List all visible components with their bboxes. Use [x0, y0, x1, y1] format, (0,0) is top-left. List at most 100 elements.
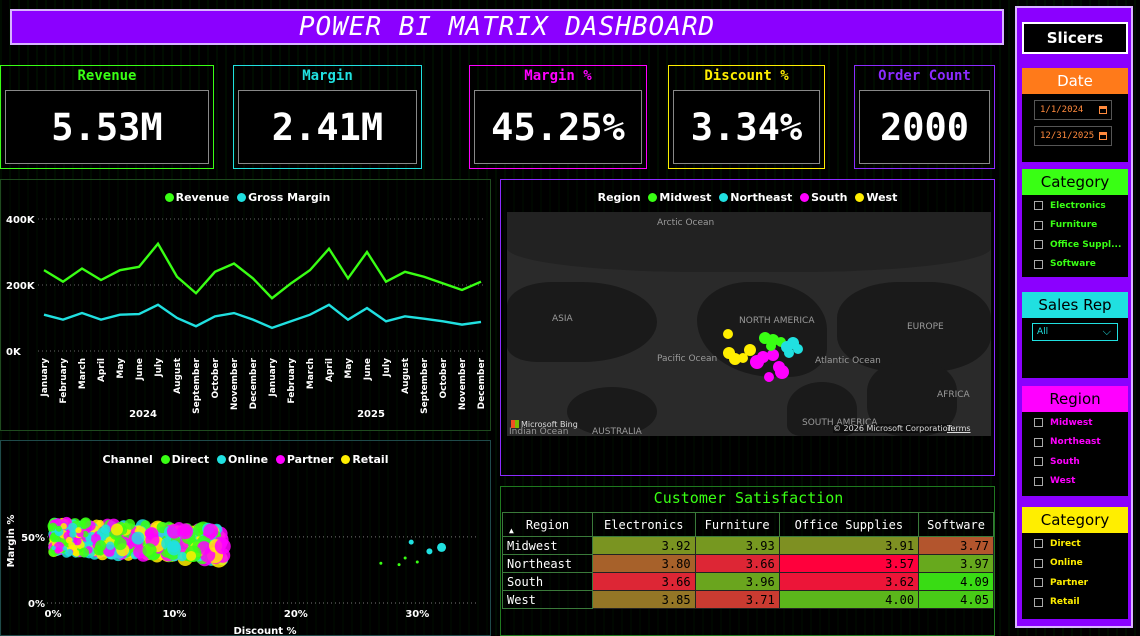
matrix-cell[interactable]: 3.80 [592, 554, 696, 573]
scatter-point[interactable] [65, 549, 73, 557]
matrix-cell[interactable]: 3.85 [592, 590, 696, 609]
scatter-point[interactable] [203, 523, 219, 539]
scatter-point[interactable] [214, 538, 231, 555]
checkbox[interactable] [1034, 578, 1043, 588]
scatter-point[interactable] [100, 524, 111, 535]
scatter-point[interactable] [69, 530, 77, 538]
checkbox[interactable] [1034, 539, 1043, 549]
kpi-card-1[interactable]: Margin 2.41M [233, 65, 422, 169]
map-bubble[interactable] [784, 348, 794, 358]
kpi-card-4[interactable]: Order Count 2000 [854, 65, 995, 169]
sales-rep-slicer[interactable]: Sales Rep All ⌵ [1022, 292, 1128, 378]
slicer-item[interactable]: Retail [1034, 593, 1128, 613]
scatter-point[interactable] [179, 525, 191, 537]
revenue-margin-line-chart[interactable]: Revenue Gross Margin 400K 200K 0K January Fe… [0, 179, 491, 431]
matrix-cell[interactable]: 3.92 [592, 536, 696, 555]
checkbox[interactable] [1034, 418, 1043, 428]
scatter-point[interactable] [167, 541, 182, 556]
scatter-point[interactable] [131, 531, 145, 545]
map-bubble[interactable] [764, 372, 774, 382]
scatter-point[interactable] [403, 556, 407, 560]
map-bubble[interactable] [744, 344, 756, 356]
scatter-point[interactable] [397, 563, 401, 567]
map-bubble[interactable] [767, 349, 779, 361]
matrix-cell[interactable]: 3.77 [918, 536, 994, 555]
slicer-item[interactable]: Software [1034, 255, 1128, 275]
matrix-cell[interactable]: 3.93 [694, 536, 780, 555]
matrix-column-header[interactable]: Software [918, 512, 994, 537]
map-canvas[interactable]: Arctic Ocean ASIA NORTH AMERICA EUROPE P… [507, 212, 991, 436]
scatter-point[interactable] [51, 545, 56, 551]
scatter-point[interactable] [106, 541, 115, 550]
date-start-input[interactable]: 1/1/2024 [1034, 100, 1112, 120]
checkbox[interactable] [1034, 558, 1043, 568]
line-series-revenue[interactable] [43, 241, 482, 300]
scatter-point[interactable] [415, 560, 419, 564]
channel-slicer[interactable]: Category Direct Online Partner Retail [1022, 507, 1128, 619]
scatter-point[interactable] [79, 547, 90, 558]
category-slicer[interactable]: Category Electronics Furniture Office Supp… [1022, 169, 1128, 277]
map-legend[interactable]: Region Midwest Northeast South West [501, 191, 994, 204]
matrix-cell[interactable]: 4.09 [918, 572, 994, 591]
matrix-cell[interactable]: 3.97 [918, 554, 994, 573]
line-series-gross-margin[interactable] [43, 303, 482, 330]
chevron-down-icon[interactable]: ⌵ [1103, 325, 1111, 339]
slicer-item[interactable]: Partner [1034, 573, 1128, 593]
checkbox[interactable] [1034, 240, 1043, 250]
scatter-point[interactable] [80, 517, 92, 529]
matrix-cell[interactable]: 4.05 [918, 590, 994, 609]
scatter-point[interactable] [113, 537, 127, 551]
kpi-card-3[interactable]: Discount % 3.34% [668, 65, 825, 169]
map-bubble[interactable] [793, 344, 803, 354]
slicer-item[interactable]: Northeast [1034, 433, 1128, 453]
region-map[interactable]: Region Midwest Northeast South West Arct… [500, 179, 995, 476]
scatter-point[interactable] [379, 561, 383, 565]
discount-margin-scatter[interactable]: Channel Direct Online Partner Retail 50%… [0, 440, 491, 636]
map-bubble[interactable] [766, 341, 776, 351]
checkbox[interactable] [1034, 476, 1043, 486]
calendar-icon[interactable] [1099, 132, 1107, 140]
matrix-cell[interactable]: 3.66 [694, 554, 780, 573]
slicer-item[interactable]: Midwest [1034, 413, 1128, 433]
map-bubble[interactable] [775, 365, 789, 379]
matrix-cell[interactable]: 3.66 [592, 572, 696, 591]
customer-satisfaction-matrix[interactable]: Customer Satisfaction ▲ Region Electronic… [500, 486, 995, 636]
matrix-cell[interactable]: 3.96 [694, 572, 780, 591]
scatter-point[interactable] [437, 542, 447, 552]
scatter-point[interactable] [95, 540, 107, 552]
scatter-point[interactable] [62, 546, 68, 551]
kpi-card-2[interactable]: Margin % 45.25% [469, 65, 647, 169]
slicer-item[interactable]: West [1034, 472, 1128, 492]
scatter-point[interactable] [110, 523, 123, 536]
slicer-item[interactable]: South [1034, 452, 1128, 472]
checkbox[interactable] [1034, 220, 1043, 230]
matrix-cell[interactable]: 3.62 [778, 572, 920, 591]
scatter-point[interactable] [68, 541, 76, 549]
matrix-cell[interactable]: 3.57 [778, 554, 920, 573]
sales-rep-dropdown[interactable]: All ⌵ [1032, 323, 1118, 341]
scatter-point[interactable] [75, 527, 82, 534]
slicer-item[interactable]: Furniture [1034, 216, 1128, 236]
scatter-point[interactable] [72, 549, 80, 557]
matrix-column-header[interactable]: Electronics [592, 512, 696, 537]
scatter-point[interactable] [142, 543, 157, 558]
checkbox[interactable] [1034, 437, 1043, 447]
scatter-point[interactable] [144, 528, 155, 539]
kpi-card-0[interactable]: Revenue 5.53M [0, 65, 214, 169]
checkbox[interactable] [1034, 457, 1043, 467]
scatter-point[interactable] [55, 525, 62, 532]
scatter-point[interactable] [426, 548, 433, 555]
slicer-item[interactable]: Online [1034, 554, 1128, 574]
matrix-column-header[interactable]: Office Supplies [778, 512, 920, 537]
slicer-item[interactable]: Electronics [1034, 196, 1128, 216]
map-terms-link[interactable]: Terms [947, 424, 971, 433]
scatter-point[interactable] [186, 550, 197, 561]
map-bubble[interactable] [723, 329, 733, 339]
slicer-item[interactable]: Office Suppl... [1034, 235, 1128, 255]
slicer-item[interactable]: Direct [1034, 534, 1128, 554]
matrix-cell[interactable]: 4.00 [778, 590, 920, 609]
matrix-cell[interactable]: 3.91 [778, 536, 920, 555]
checkbox[interactable] [1034, 597, 1043, 607]
calendar-icon[interactable] [1099, 106, 1107, 114]
scatter-point[interactable] [408, 539, 414, 545]
